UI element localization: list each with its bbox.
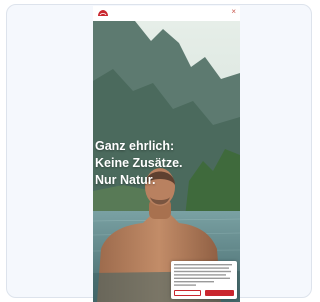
cookie-text-illegible [174,264,232,286]
headline-line-2: Keine Zusätze. [95,156,183,170]
headline-line-1: Ganz ehrlich: [95,139,175,153]
close-icon[interactable]: × [231,7,236,17]
header-bar: × [93,6,240,21]
headline-line-3: Nur Natur. [95,173,156,187]
mobile-page: × Ganz ehrlich: Keine Zusätze. Nur Natur… [93,6,240,302]
brand-logo-icon[interactable] [97,9,109,17]
cookie-settings-button[interactable] [174,290,201,296]
cookie-banner [171,261,237,299]
hero-headline: Ganz ehrlich: Keine Zusätze. Nur Natur. [95,138,183,189]
cookie-accept-button[interactable] [205,290,234,296]
